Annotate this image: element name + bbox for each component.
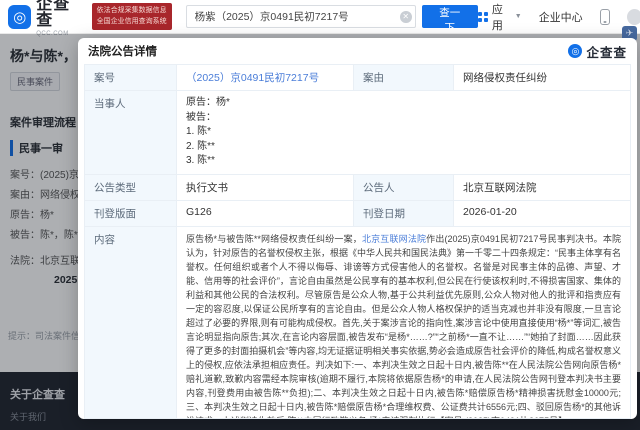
announcer-label: 公告人 (354, 175, 454, 201)
party-defendant-1: 1. 陈* (186, 125, 621, 140)
party-value: 原告：杨* 被告： 1. 陈* 2. 陈** 3. 陈** (177, 91, 631, 175)
announcement-table: 案号 （2025）京0491民初7217号 案由 网络侵权责任纠纷 当事人 原告… (84, 64, 631, 419)
party-defendant-2: 2. 陈** (186, 140, 621, 155)
page-label: 刊登版面 (85, 201, 177, 227)
qcc-logo-text: 企查查 (36, 0, 85, 29)
qcc-logo-icon: ◎ (8, 5, 31, 29)
type-label: 公告类型 (85, 175, 177, 201)
search-box: ✕ 查一下 (186, 5, 478, 28)
party-defendant-3: 3. 陈** (186, 154, 621, 169)
page-value: G126 (177, 201, 354, 227)
case-number-link[interactable]: （2025）京0491民初7217号 (186, 72, 319, 84)
promo-badge: 依法合规采集数据信息 全国企业信用查询系统 (92, 3, 172, 29)
publish-date-label: 刊登日期 (354, 201, 454, 227)
modal-brand: ◎ 企查查 (568, 42, 627, 61)
search-input[interactable] (186, 5, 416, 28)
content-value: 原告杨*与被告陈**网络侵权责任纠纷一案，北京互联网法院作出(2025)京049… (177, 227, 631, 420)
search-clear-icon[interactable]: ✕ (400, 11, 412, 23)
announcer-value: 北京互联网法院 (454, 175, 631, 201)
court-link[interactable]: 北京互联网法院 (362, 234, 426, 244)
search-button[interactable]: 查一下 (422, 5, 478, 28)
apps-menu[interactable]: 应用 ▼ (478, 1, 522, 33)
top-header: ◎ 企查查 QCC.COM 依法合规采集数据信息 全国企业信用查询系统 ✕ 查一… (0, 0, 640, 34)
header-nav: 应用 ▼ 企业中心 (478, 1, 632, 33)
apps-grid-icon (478, 12, 488, 22)
court-announcement-dialog: 法院公告详情 ◎ 企查查 案号 （2025）京0491民初7217号 案由 网络… (78, 38, 637, 419)
page: ◎ 企查查 QCC.COM 依法合规采集数据信息 全国企业信用查询系统 ✕ 查一… (0, 0, 640, 430)
case-no-label: 案号 (85, 65, 177, 91)
modal-title: 法院公告详情 (88, 43, 157, 59)
cause-value: 网络侵权责任纠纷 (454, 65, 631, 91)
chevron-down-icon: ▼ (515, 13, 522, 20)
nav-enterprise-center[interactable]: 企业中心 (539, 9, 583, 25)
qcc-brand-icon: ◎ (568, 44, 582, 58)
cause-label: 案由 (354, 65, 454, 91)
apps-label: 应用 (492, 1, 511, 33)
content-body: 作出(2025)京0491民初7217号民事判决书。本院认为，针对原告的名誉权侵… (186, 234, 621, 420)
modal-header: 法院公告详情 ◎ 企查查 (78, 38, 637, 64)
qcc-brand-text: 企查查 (586, 42, 627, 61)
publish-date-value: 2026-01-20 (454, 201, 631, 227)
case-no-value: （2025）京0491民初7217号 (177, 65, 354, 91)
type-value: 执行文书 (177, 175, 354, 201)
phone-icon[interactable] (600, 9, 610, 25)
party-plaintiff: 原告：杨* (186, 96, 621, 111)
qcc-logo[interactable]: ◎ 企查查 QCC.COM (8, 0, 86, 37)
content-label: 内容 (85, 227, 177, 420)
content-prefix: 原告杨*与被告陈**网络侵权责任纠纷一案， (186, 234, 362, 244)
user-icon[interactable] (627, 9, 640, 25)
party-label: 当事人 (85, 91, 177, 175)
party-defendant-heading: 被告： (186, 111, 621, 126)
